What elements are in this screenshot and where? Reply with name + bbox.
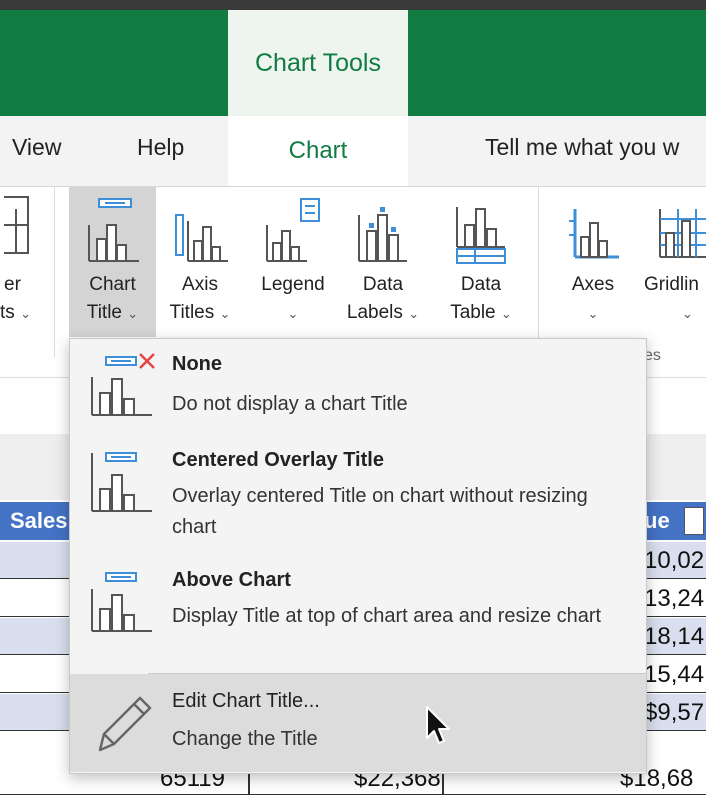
chevron-down-icon: ⌄	[127, 306, 139, 321]
chevron-down-icon: ⌄	[20, 306, 31, 321]
ribbon-label: Gridlin	[644, 274, 699, 295]
axes-button[interactable]: Axes ⌄	[556, 187, 630, 337]
menu-item-none[interactable]: None Do not display a chart Title	[70, 339, 646, 427]
ribbon-label: Labels ⌄	[346, 302, 420, 323]
partial-chart-icon	[4, 196, 29, 254]
axis-titles-icon	[175, 214, 228, 262]
tab-view[interactable]: View	[12, 134, 61, 161]
menu-item-title: None	[172, 353, 222, 375]
chart-title-above-icon	[91, 572, 152, 632]
chart-title-button[interactable]: Chart Title ⌄	[69, 187, 156, 337]
tab-help[interactable]: Help	[137, 134, 184, 161]
tab-chart[interactable]: Chart	[228, 116, 408, 186]
ribbon-label: ⌄	[636, 301, 706, 326]
table-cell[interactable]: 13,24	[644, 580, 704, 616]
gridlines-icon	[659, 209, 706, 258]
menu-item-title: Above Chart	[172, 569, 291, 591]
ribbon-label: Titles ⌄	[169, 302, 231, 323]
chart-title-icon	[87, 198, 139, 262]
ribbon-tabs: View Help Chart Tell me what you w	[0, 116, 706, 186]
data-labels-icon	[358, 207, 407, 262]
chart-title-dropdown-menu: None Do not display a chart Title Center…	[69, 338, 647, 774]
table-cell[interactable]: 10,02	[644, 542, 704, 578]
legend-button[interactable]: Legend ⌄	[250, 187, 336, 337]
chevron-down-icon: ⌄	[408, 306, 420, 321]
axes-icon	[569, 209, 619, 259]
data-table-icon	[456, 207, 506, 264]
tell-me-search[interactable]: Tell me what you w	[485, 134, 679, 161]
menu-item-edit-chart-title[interactable]: Edit Chart Title... Change the Title	[70, 674, 646, 772]
table-cell[interactable]: $9,57	[644, 694, 704, 730]
menu-item-centered-overlay-title[interactable]: Centered Overlay Title Overlay centered …	[70, 435, 646, 555]
chevron-down-icon: ⌄	[682, 306, 693, 321]
pencil-icon	[98, 696, 152, 752]
menu-item-description: Do not display a chart Title	[172, 393, 408, 415]
mouse-cursor-icon	[426, 706, 450, 744]
partial-ribbon-button[interactable]: er ts ⌄	[0, 187, 52, 337]
ribbon-label: Chart	[89, 274, 136, 295]
group-separator	[538, 187, 539, 357]
axis-titles-button[interactable]: Axis Titles ⌄	[160, 187, 240, 337]
menu-item-title: Edit Chart Title...	[172, 690, 320, 712]
chevron-down-icon: ⌄	[587, 306, 599, 321]
ribbon-label: ⌄	[250, 301, 336, 326]
column-header-sales[interactable]: Sales	[0, 502, 70, 540]
ribbon-label: er	[4, 274, 21, 295]
group-separator	[54, 187, 55, 357]
menu-item-description: Display Title at top of chart area and r…	[172, 605, 602, 627]
ribbon-label: Axes	[571, 274, 615, 295]
filter-dropdown-icon[interactable]	[684, 507, 704, 535]
ribbon-label: ts ⌄	[0, 302, 31, 323]
chart-title-overlay-icon	[91, 452, 152, 512]
ribbon-label: Title ⌄	[86, 302, 139, 323]
data-labels-button[interactable]: Data Labels ⌄	[340, 187, 426, 337]
menu-item-description: Overlay centered Title on chart without …	[172, 485, 588, 538]
chart-tools-context-label: Chart Tools	[228, 10, 408, 116]
legend-icon	[266, 198, 320, 262]
ribbon-label: Axis	[182, 274, 218, 295]
chart-title-none-icon	[91, 353, 155, 416]
ribbon-label: Data	[460, 274, 502, 295]
ribbon-label: ⌄	[556, 301, 630, 326]
table-cell[interactable]: 18,14	[644, 618, 704, 654]
menu-item-description: Change the Title	[172, 728, 318, 750]
menu-item-title: Centered Overlay Title	[172, 449, 384, 471]
ribbon-label: Legend	[261, 274, 325, 295]
menu-item-above-chart[interactable]: Above Chart Display Title at top of char…	[70, 555, 646, 673]
gridlines-button[interactable]: Gridlin ⌄	[636, 187, 706, 337]
ribbon-label: Table ⌄	[450, 302, 512, 323]
chevron-down-icon: ⌄	[287, 306, 299, 321]
chevron-down-icon: ⌄	[500, 306, 512, 321]
table-cell[interactable]: 15,44	[644, 656, 704, 692]
chevron-down-icon: ⌄	[219, 306, 231, 321]
data-table-button[interactable]: Data Table ⌄	[438, 187, 524, 337]
ribbon-label: Data	[362, 274, 404, 295]
window-top-strip	[0, 0, 706, 10]
